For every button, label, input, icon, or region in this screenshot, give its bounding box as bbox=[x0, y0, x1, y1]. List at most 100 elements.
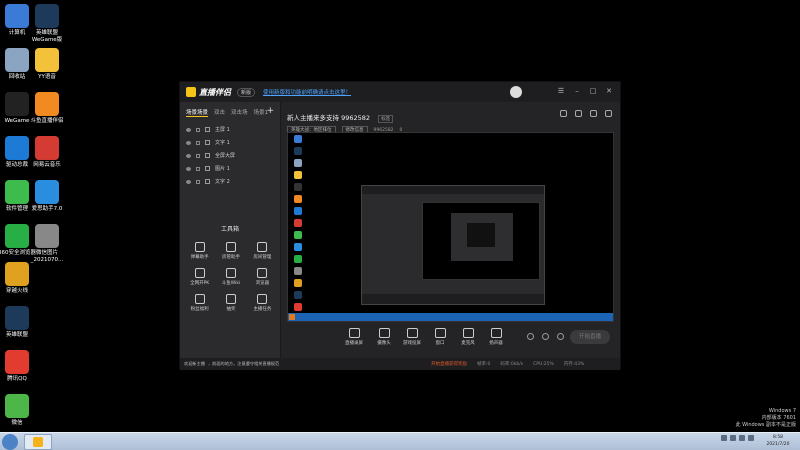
close-icon[interactable]: ✕ bbox=[604, 86, 614, 96]
lock-icon[interactable] bbox=[196, 166, 200, 171]
version-badge[interactable]: 新版 bbox=[237, 87, 256, 97]
control-icon bbox=[406, 328, 418, 338]
tool-item[interactable]: 房管助手 bbox=[215, 242, 246, 260]
gear-icon[interactable] bbox=[557, 333, 564, 340]
desktop-icon[interactable]: 腾讯QQ bbox=[0, 350, 40, 383]
menu-icon[interactable]: ☰ bbox=[556, 86, 566, 96]
desktop-icon[interactable]: 爱思助手7.0 bbox=[24, 180, 70, 213]
desktop-icon[interactable]: 穿越火线 bbox=[0, 262, 40, 295]
start-live-button[interactable]: 开始直播 bbox=[570, 330, 610, 344]
control-button[interactable]: 直播录屏 bbox=[339, 328, 369, 346]
title-bar[interactable]: 直播伴侣 新版 使用新版和功能前明确请点击这里！ ☰ – □ ✕ bbox=[180, 82, 620, 102]
scene-tab[interactable]: 双击场 bbox=[231, 108, 248, 117]
tool-item[interactable]: 粉丝福利 bbox=[184, 294, 215, 312]
tool-item[interactable]: 房间管理 bbox=[247, 242, 278, 260]
source-row[interactable]: 全屏大屏 bbox=[180, 149, 280, 162]
taskbar-live-companion[interactable] bbox=[24, 434, 52, 450]
eye-icon[interactable] bbox=[186, 127, 191, 132]
eye-icon[interactable] bbox=[186, 153, 191, 158]
status-bitrate: 码率:0kb/s bbox=[500, 362, 524, 367]
scene-tab[interactable]: 场景场景 bbox=[186, 108, 209, 117]
room-tag[interactable]: 标签 bbox=[378, 115, 394, 123]
source-icon bbox=[205, 140, 210, 145]
minimize-icon[interactable]: – bbox=[572, 86, 582, 96]
scene-tab[interactable]: 双击 bbox=[214, 108, 225, 117]
desktop-icon[interactable]: 网易云音乐 bbox=[24, 136, 70, 169]
room-title[interactable]: 新人主播来多支持 9962582 bbox=[287, 114, 370, 122]
layout-icon[interactable] bbox=[575, 110, 582, 117]
tool-label: 房间管理 bbox=[253, 255, 272, 260]
lock-icon[interactable] bbox=[196, 140, 200, 145]
preview-nested-window bbox=[361, 185, 545, 305]
tool-label: 斗鱼Wiki bbox=[221, 281, 241, 286]
source-row[interactable]: 文字 2 bbox=[180, 175, 280, 188]
lol-client-icon bbox=[5, 306, 29, 330]
tool-item[interactable]: 抽奖 bbox=[215, 294, 246, 312]
eye-icon[interactable] bbox=[186, 140, 191, 145]
tool-item[interactable]: 弹幕助手 bbox=[184, 242, 215, 260]
desktop-icon[interactable]: 微信 bbox=[0, 394, 40, 427]
desktop-icon-label: 腾讯QQ bbox=[7, 376, 27, 382]
mode-icon[interactable] bbox=[590, 110, 597, 117]
notice-link[interactable]: 使用新版和功能前明确请点击这里！ bbox=[263, 88, 351, 96]
notification-bar: 欢迎新主播 ，前面的地方，注意遵守相关直播规范 bbox=[180, 358, 281, 370]
volume-icon[interactable] bbox=[748, 435, 754, 441]
desktop-icon[interactable]: YY语音 bbox=[24, 48, 70, 81]
tray-icon-3[interactable] bbox=[739, 435, 745, 441]
control-icon bbox=[490, 328, 502, 338]
toolbox-title: 工具箱 bbox=[220, 226, 239, 233]
source-icon bbox=[205, 127, 210, 132]
tool-item[interactable]: 斗鱼Wiki bbox=[215, 268, 246, 286]
control-label: 直播录屏 bbox=[345, 341, 363, 346]
tray-icon-2[interactable] bbox=[730, 435, 736, 441]
control-button[interactable]: 摄像头 bbox=[369, 328, 399, 346]
source-row[interactable]: 文字 1 bbox=[180, 136, 280, 149]
control-label: 游戏投屏 bbox=[403, 341, 421, 346]
qq-icon bbox=[5, 350, 29, 374]
control-button[interactable]: 游戏投屏 bbox=[397, 328, 427, 346]
tool-label: 粉丝福利 bbox=[190, 307, 209, 312]
camera-toggle-icon[interactable] bbox=[527, 333, 534, 340]
tool-icon bbox=[194, 242, 205, 252]
system-clock[interactable]: 8:58 2021/7/20 bbox=[758, 434, 798, 448]
source-row[interactable]: 图片 1 bbox=[180, 162, 280, 175]
lock-icon[interactable] bbox=[196, 153, 200, 158]
desktop-icon[interactable]: 微信图片_2021070... bbox=[24, 224, 70, 264]
lock-icon[interactable] bbox=[196, 179, 200, 184]
tool-icon bbox=[257, 294, 268, 304]
control-label: 扬声器 bbox=[489, 341, 503, 346]
control-button[interactable]: 窗口 bbox=[425, 328, 455, 346]
tool-icon bbox=[225, 294, 236, 304]
avatar[interactable] bbox=[510, 86, 522, 98]
eye-icon[interactable] bbox=[186, 179, 191, 184]
live-companion-window: 直播伴侣 新版 使用新版和功能前明确请点击这里！ ☰ – □ ✕ 场景场景 双击双… bbox=[179, 81, 621, 370]
desktop-icon-label: 网易云音乐 bbox=[33, 162, 61, 168]
tool-item[interactable]: 浏览器 bbox=[247, 268, 278, 286]
control-icon bbox=[434, 328, 446, 338]
desktop-icon-label: 穿越火线 bbox=[5, 288, 28, 294]
control-label: 窗口 bbox=[435, 341, 445, 346]
share-icon[interactable] bbox=[605, 110, 612, 117]
tray-icon-1[interactable] bbox=[721, 435, 727, 441]
tool-label: 浏览器 bbox=[255, 281, 270, 286]
tool-icon bbox=[257, 268, 268, 278]
control-button[interactable]: 麦克风 bbox=[453, 328, 483, 346]
tool-item[interactable]: 全网开PK bbox=[184, 268, 215, 286]
status-warning[interactable]: 开始直播获得奖励 bbox=[431, 361, 467, 367]
lock-icon[interactable] bbox=[196, 127, 200, 132]
source-row[interactable]: 主屏 1 bbox=[180, 123, 280, 136]
tool-item[interactable]: 主播任务 bbox=[247, 294, 278, 312]
restore-icon[interactable]: □ bbox=[588, 86, 598, 96]
tool-icon bbox=[194, 294, 205, 304]
rotate-icon[interactable] bbox=[542, 333, 549, 340]
start-button[interactable] bbox=[2, 434, 18, 450]
yy-icon bbox=[35, 48, 59, 72]
control-button[interactable]: 扬声器 bbox=[481, 328, 511, 346]
eye-icon[interactable] bbox=[186, 166, 191, 171]
desktop-icon[interactable]: 斗鱼直播伴侣 bbox=[24, 92, 70, 125]
desktop-icon[interactable]: 英雄联盟 bbox=[0, 306, 40, 339]
add-scene-icon[interactable]: + bbox=[266, 106, 274, 116]
settings-icon[interactable] bbox=[560, 110, 567, 117]
stream-preview[interactable] bbox=[287, 132, 614, 322]
desktop-icon[interactable]: 英雄联盟WeGame版 bbox=[24, 4, 70, 44]
